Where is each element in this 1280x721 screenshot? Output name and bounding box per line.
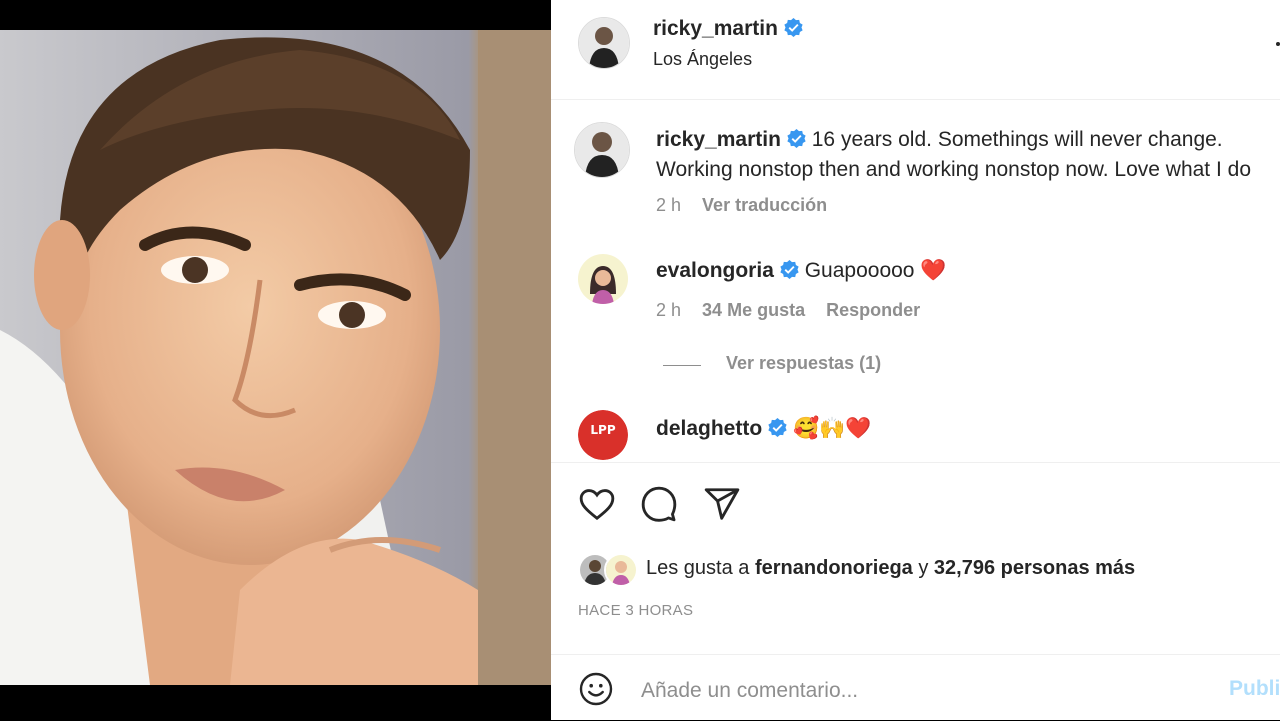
view-replies-button[interactable]: Ver respuestas (1) bbox=[726, 353, 881, 374]
post-location[interactable]: Los Ángeles bbox=[653, 49, 752, 70]
post-comment-button[interactable]: Publicar bbox=[1229, 677, 1280, 701]
verified-icon bbox=[787, 129, 806, 148]
comment-1-time: 2 h bbox=[656, 300, 682, 320]
comment-1-meta: 2 h 34 Me gusta Responder bbox=[656, 300, 936, 321]
svg-text:LPP: LPP bbox=[590, 423, 615, 437]
comment-1-text: Guapooooo bbox=[804, 259, 915, 282]
more-options-icon[interactable] bbox=[1276, 42, 1280, 46]
comment-1-reply-button[interactable]: Responder bbox=[826, 300, 920, 320]
post-actions: Les gusta a fernandonoriega y 32,796 per… bbox=[551, 462, 1280, 653]
comment-1-username[interactable]: evalongoria bbox=[656, 259, 774, 282]
author-avatar[interactable] bbox=[578, 17, 630, 69]
comment-icon[interactable] bbox=[640, 485, 678, 523]
comments-section[interactable]: ricky_martin 16 years old. Somethings wi… bbox=[551, 100, 1280, 462]
caption-meta: 2 h Ver traducción bbox=[656, 195, 843, 216]
caption-line-2: Working nonstop then and working nonstop… bbox=[656, 158, 1252, 181]
likes-prefix: Les gusta a bbox=[646, 557, 750, 579]
caption-text-1: 16 years old. Somethings will never chan… bbox=[811, 128, 1223, 151]
caption-username[interactable]: ricky_martin bbox=[656, 128, 781, 151]
liker-username[interactable]: fernandonoriega bbox=[755, 557, 913, 579]
comment-1-likes[interactable]: 34 Me gusta bbox=[702, 300, 805, 320]
post-header: ricky_martin Los Ángeles bbox=[551, 0, 1280, 100]
post-panel: ricky_martin Los Ángeles ricky_martin 16… bbox=[551, 0, 1280, 720]
post-photo-panel bbox=[0, 0, 551, 720]
heart-icon[interactable] bbox=[578, 485, 616, 523]
verified-icon bbox=[784, 18, 803, 37]
likes-summary: Les gusta a fernandonoriega y 32,796 per… bbox=[578, 553, 1258, 589]
comment-2-emoji: 🥰🙌❤️ bbox=[793, 416, 872, 440]
commenter-avatar[interactable]: LPP bbox=[578, 410, 628, 460]
likes-count[interactable]: 32,796 personas más bbox=[934, 557, 1135, 579]
share-icon[interactable] bbox=[703, 485, 741, 523]
caption-time: 2 h bbox=[656, 195, 682, 215]
commenter-avatar[interactable] bbox=[578, 254, 628, 304]
verified-icon bbox=[780, 260, 799, 279]
comment-1-line: evalongoria Guapooooo ❤️ bbox=[656, 258, 947, 283]
post-timestamp[interactable]: HACE 3 HORAS bbox=[578, 602, 693, 619]
comment-input[interactable] bbox=[639, 675, 1203, 707]
see-translation-link[interactable]: Ver traducción bbox=[702, 195, 827, 215]
verified-icon bbox=[768, 418, 787, 437]
add-comment-bar: Publicar bbox=[551, 654, 1280, 721]
replies-divider bbox=[663, 365, 701, 366]
likes-text: Les gusta a fernandonoriega y 32,796 per… bbox=[646, 557, 1135, 580]
likes-joiner: y bbox=[918, 557, 929, 579]
comment-2-username[interactable]: delaghetto bbox=[656, 417, 762, 440]
author-username[interactable]: ricky_martin bbox=[653, 17, 803, 41]
comment-2-line: delaghetto 🥰🙌❤️ bbox=[656, 416, 871, 441]
smile-icon[interactable] bbox=[578, 671, 614, 707]
post-photo[interactable] bbox=[0, 30, 551, 685]
caption-line-1: ricky_martin 16 years old. Somethings wi… bbox=[656, 128, 1223, 152]
caption-author-avatar[interactable] bbox=[574, 122, 630, 178]
comment-1-emoji: ❤️ bbox=[920, 258, 947, 282]
liker-avatar[interactable] bbox=[604, 553, 638, 587]
